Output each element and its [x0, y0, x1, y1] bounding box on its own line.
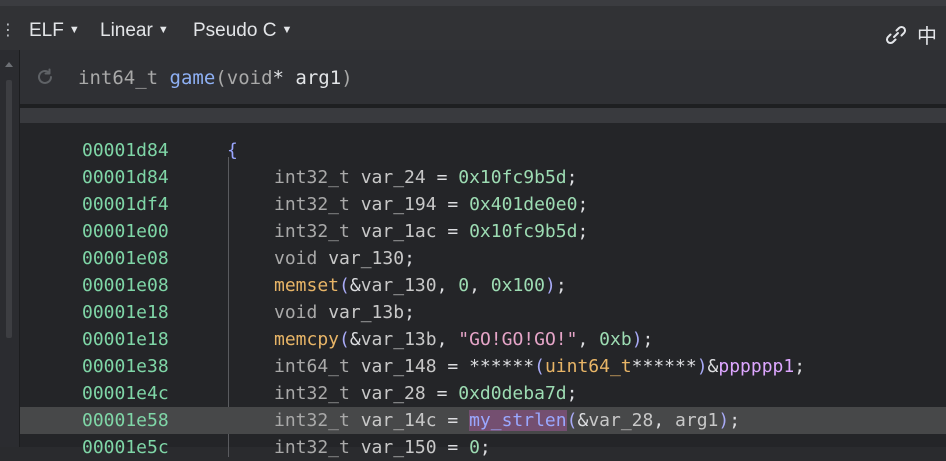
line-address[interactable]: 00001df4 — [82, 191, 169, 218]
line-address[interactable]: 00001e08 — [82, 245, 169, 272]
line-address[interactable]: 00001e38 — [82, 353, 169, 380]
header-band — [20, 108, 946, 123]
line-address[interactable]: 00001e58 — [82, 407, 169, 434]
line-address[interactable]: 00001e4c — [82, 380, 169, 407]
split-view-icon[interactable]: 中 — [917, 20, 937, 49]
view-type-dropdown[interactable]: Linear ▼ — [100, 18, 169, 44]
scope-brace[interactable]: { — [227, 137, 238, 164]
il-level-label: Pseudo C — [193, 20, 277, 41]
code-line[interactable]: 00001d84 int32_t var_24 = 0x10fc9b5d; — [20, 164, 946, 191]
code-line[interactable]: 00001e08 void var_130; — [20, 245, 946, 272]
code-statement[interactable]: memcpy(&var_13b, "GO!GO!GO!", 0xb); — [274, 326, 653, 353]
binary-view-label: ELF — [29, 20, 64, 41]
line-address[interactable]: 00001d84 — [82, 137, 169, 164]
code-statement[interactable]: int32_t var_194 = 0x401de0e0; — [274, 191, 588, 218]
code-line[interactable]: 00001e38 int64_t var_148 = ******(uint64_… — [20, 353, 946, 380]
return-type: int64_t — [78, 67, 159, 89]
chevron-down-icon: ▼ — [281, 24, 293, 36]
param-name[interactable]: arg1 — [295, 67, 341, 89]
scrollbar-thumb[interactable] — [6, 80, 12, 338]
code-line[interactable]: 00001df4 int32_t var_194 = 0x401de0e0; — [20, 191, 946, 218]
view-toolbar: ⋮ ELF ▼ Linear ▼ Pseudo C ▼ 中 — [0, 0, 946, 50]
code-line[interactable]: 00001e5c int32_t var_150 = 0; — [20, 434, 946, 461]
code-statement[interactable]: int32_t var_24 = 0x10fc9b5d; — [274, 164, 577, 191]
refresh-icon[interactable] — [34, 66, 56, 88]
link-icon[interactable] — [884, 23, 908, 47]
il-level-dropdown[interactable]: Pseudo C ▼ — [193, 18, 292, 44]
chevron-down-icon: ▼ — [68, 24, 80, 36]
code-line-selected[interactable]: 00001e58 int32_t var_14c = my_strlen(&var… — [20, 407, 946, 434]
code-line[interactable]: 00001e18 memcpy(&var_13b, "GO!GO!GO!", 0x… — [20, 326, 946, 353]
left-scroll-strip[interactable] — [0, 50, 20, 447]
code-line[interactable]: 00001d84 { — [20, 137, 946, 164]
code-line[interactable]: 00001e18 void var_13b; — [20, 299, 946, 326]
code-line[interactable]: 00001e08 memset(&var_130, 0, 0x100); — [20, 272, 946, 299]
code-statement[interactable]: void var_13b; — [274, 299, 415, 326]
line-address[interactable]: 00001e18 — [82, 299, 169, 326]
function-header: int64_t game(void* arg1) — [20, 50, 946, 104]
code-statement[interactable]: int32_t var_150 = 0; — [274, 434, 491, 461]
function-name[interactable]: game — [170, 67, 216, 89]
line-address[interactable]: 00001d84 — [82, 164, 169, 191]
code-line[interactable]: 00001e4c int32_t var_28 = 0xd0deba7d; — [20, 380, 946, 407]
line-address[interactable]: 00001e08 — [82, 272, 169, 299]
view-type-label: Linear — [100, 20, 153, 41]
code-line[interactable]: 00001e00 int32_t var_1ac = 0x10fc9b5d; — [20, 218, 946, 245]
pseudo-c-listing[interactable]: 00001d84 {00001d84 int32_t var_24 = 0x10fc… — [20, 123, 946, 458]
line-address[interactable]: 00001e5c — [82, 434, 169, 461]
code-statement[interactable]: int32_t var_28 = 0xd0deba7d; — [274, 380, 577, 407]
code-statement[interactable]: int32_t var_1ac = 0x10fc9b5d; — [274, 218, 588, 245]
code-statement[interactable]: int64_t var_148 = ******(uint64_t******)… — [274, 353, 805, 380]
code-statement[interactable]: int32_t var_14c = my_strlen(&var_28, arg… — [274, 407, 740, 434]
function-signature[interactable]: int64_t game(void* arg1) — [78, 65, 353, 91]
code-statement[interactable]: memset(&var_130, 0, 0x100); — [274, 272, 567, 299]
code-statement[interactable]: void var_130; — [274, 245, 415, 272]
scroll-up-arrow-icon[interactable] — [5, 62, 13, 67]
pointer-star: * — [272, 67, 284, 89]
line-address[interactable]: 00001e00 — [82, 218, 169, 245]
binary-view-dropdown[interactable]: ELF ▼ — [29, 18, 80, 44]
line-address[interactable]: 00001e18 — [82, 326, 169, 353]
open-paren: ( — [215, 67, 227, 89]
chevron-down-icon: ▼ — [157, 24, 169, 36]
param-type: void — [226, 67, 273, 89]
sidebar-menu-icon[interactable]: ⋮ — [0, 20, 16, 40]
close-paren: ) — [341, 67, 353, 89]
